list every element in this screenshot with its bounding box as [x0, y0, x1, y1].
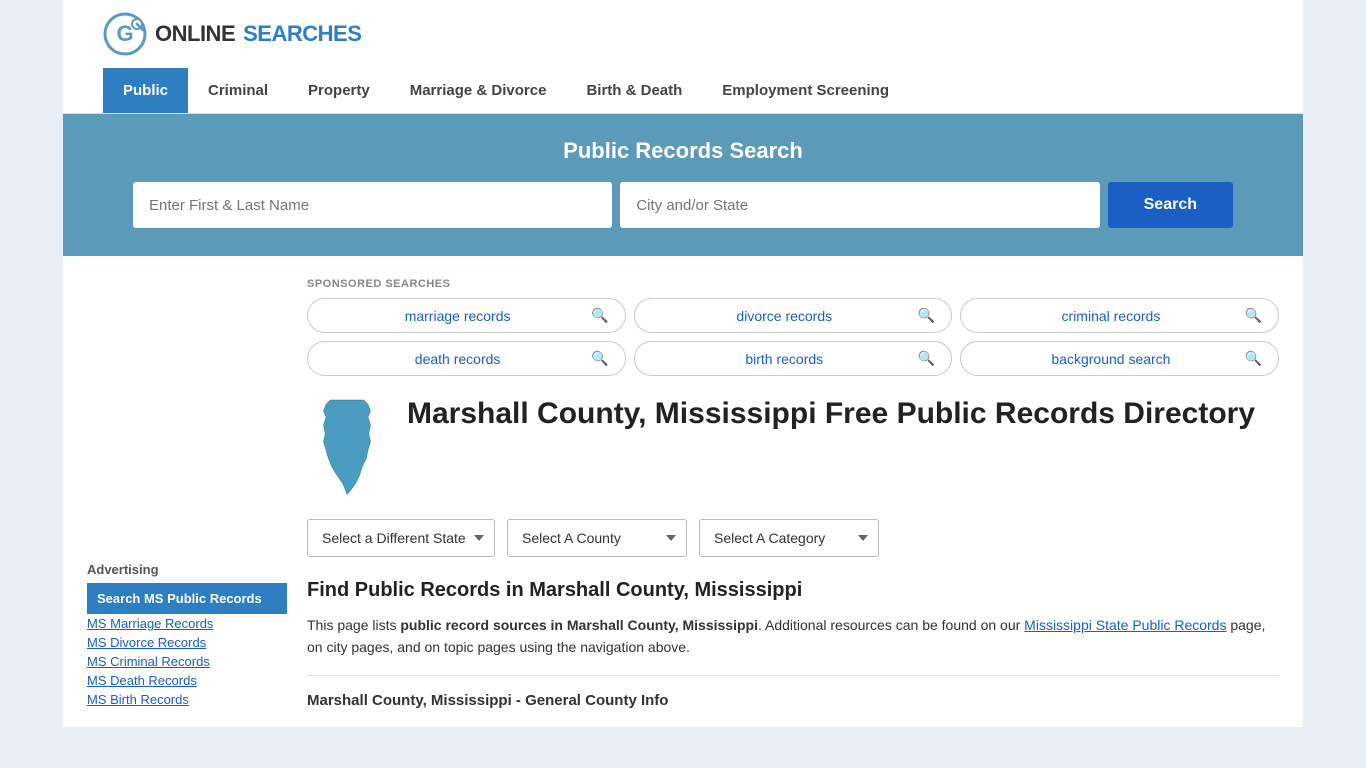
search-icon-2: 🔍 — [918, 307, 935, 324]
heading-area: Marshall County, Mississippi Free Public… — [307, 396, 1279, 499]
search-button[interactable]: Search — [1108, 182, 1233, 228]
search-icon-3: 🔍 — [1245, 307, 1262, 324]
content-area: SPONSORED SEARCHES marriage records 🔍 di… — [307, 272, 1279, 711]
sponsored-pill-background[interactable]: background search 🔍 — [960, 341, 1279, 376]
nav-item-employment[interactable]: Employment Screening — [702, 68, 909, 113]
find-text-2: . Additional resources can be found on o… — [758, 617, 1024, 633]
main-nav: Public Criminal Property Marriage & Divo… — [63, 68, 1303, 114]
logo: G ONLINE SEARCHES — [103, 12, 361, 56]
sidebar-link-birth[interactable]: MS Birth Records — [87, 692, 287, 707]
sponsored-pill-criminal[interactable]: criminal records 🔍 — [960, 298, 1279, 333]
nav-item-public[interactable]: Public — [103, 68, 188, 113]
county-dropdown[interactable]: Select A County — [507, 519, 687, 557]
sponsored-pill-text: birth records — [651, 351, 918, 367]
search-banner: Public Records Search Search — [63, 114, 1303, 256]
logo-text-searches: SEARCHES — [243, 21, 361, 47]
search-icon-4: 🔍 — [591, 350, 608, 367]
header: G ONLINE SEARCHES — [63, 0, 1303, 68]
page-title: Marshall County, Mississippi Free Public… — [407, 396, 1255, 432]
sponsored-pill-text: death records — [324, 351, 591, 367]
sponsored-pill-marriage[interactable]: marriage records 🔍 — [307, 298, 626, 333]
sidebar-advertising-label: Advertising — [87, 562, 287, 577]
state-map — [307, 396, 387, 499]
sponsored-pill-text: divorce records — [651, 308, 918, 324]
sponsored-pill-text: background search — [977, 351, 1244, 367]
search-form: Search — [133, 182, 1233, 228]
category-dropdown[interactable]: Select A Category — [699, 519, 879, 557]
search-banner-title: Public Records Search — [103, 138, 1263, 164]
section-divider — [307, 675, 1279, 676]
search-icon-1: 🔍 — [591, 307, 608, 324]
sidebar-link-criminal[interactable]: MS Criminal Records — [87, 654, 287, 669]
sponsored-pill-birth[interactable]: birth records 🔍 — [634, 341, 953, 376]
svg-text:G: G — [116, 21, 133, 46]
sidebar-link-divorce[interactable]: MS Divorce Records — [87, 635, 287, 650]
sponsored-pill-death[interactable]: death records 🔍 — [307, 341, 626, 376]
nav-item-birth-death[interactable]: Birth & Death — [566, 68, 702, 113]
county-info-heading: Marshall County, Mississippi - General C… — [307, 692, 1279, 709]
sidebar: Advertising Search MS Public Records MS … — [87, 272, 287, 711]
sponsored-pill-text: marriage records — [324, 308, 591, 324]
nav-item-marriage-divorce[interactable]: Marriage & Divorce — [390, 68, 567, 113]
nav-item-criminal[interactable]: Criminal — [188, 68, 288, 113]
nav-item-property[interactable]: Property — [288, 68, 390, 113]
search-icon-5: 🔍 — [918, 350, 935, 367]
name-input[interactable] — [133, 182, 612, 228]
main-area: Advertising Search MS Public Records MS … — [63, 256, 1303, 727]
find-public-records-text: This page lists public record sources in… — [307, 614, 1279, 659]
sponsored-pill-divorce[interactable]: divorce records 🔍 — [634, 298, 953, 333]
sponsored-pill-text: criminal records — [977, 308, 1244, 324]
find-text-bold: public record sources in Marshall County… — [400, 617, 758, 633]
ms-state-records-link[interactable]: Mississippi State Public Records — [1024, 617, 1226, 633]
logo-text-online: ONLINE — [155, 21, 235, 47]
sponsored-grid: marriage records 🔍 divorce records 🔍 cri… — [307, 298, 1279, 376]
find-public-records-title: Find Public Records in Marshall County, … — [307, 579, 1279, 602]
dropdowns-row: Select a Different State Select A County… — [307, 519, 1279, 557]
mississippi-map-icon — [307, 396, 387, 496]
location-input[interactable] — [620, 182, 1099, 228]
sidebar-ad-item[interactable]: Search MS Public Records — [87, 583, 287, 614]
logo-icon: G — [103, 12, 147, 56]
search-icon-6: 🔍 — [1245, 350, 1262, 367]
sponsored-label: SPONSORED SEARCHES — [307, 278, 1279, 290]
find-text-1: This page lists — [307, 617, 400, 633]
state-dropdown[interactable]: Select a Different State — [307, 519, 495, 557]
sidebar-link-death[interactable]: MS Death Records — [87, 673, 287, 688]
sidebar-link-marriage[interactable]: MS Marriage Records — [87, 616, 287, 631]
